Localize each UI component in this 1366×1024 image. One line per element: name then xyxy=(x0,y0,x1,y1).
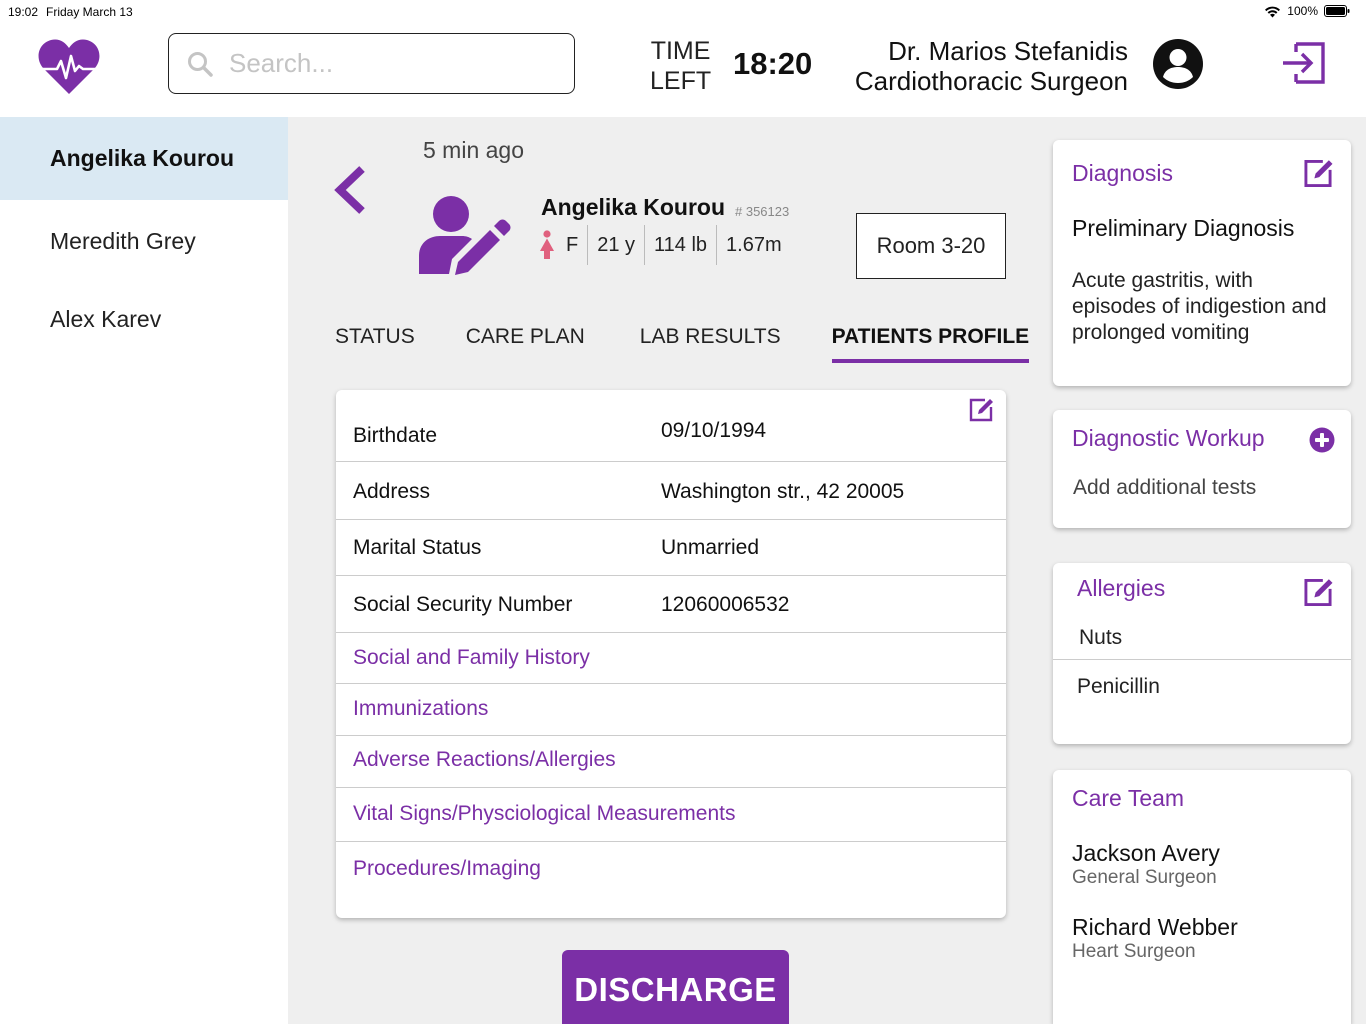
tab-lab-results[interactable]: LAB RESULTS xyxy=(640,325,781,361)
doctor-info: Dr. Marios Stefanidis Cardiothoracic Sur… xyxy=(855,36,1128,96)
patient-edit-icon xyxy=(419,196,511,275)
profile-link-label[interactable]: Social and Family History xyxy=(353,646,590,670)
patient-height: 1.67m xyxy=(716,225,791,265)
add-circle-icon[interactable] xyxy=(1309,427,1335,453)
status-time: 19:02 xyxy=(8,5,39,19)
search-input[interactable] xyxy=(229,48,549,79)
time-left-label-line1: TIME xyxy=(650,37,711,65)
logout-icon[interactable] xyxy=(1280,41,1326,85)
profile-link-label[interactable]: Procedures/Imaging xyxy=(353,857,541,881)
time-left-label-line2: LEFT xyxy=(650,67,712,95)
patient-sex-value: F xyxy=(566,233,579,256)
profile-label: Birthdate xyxy=(353,424,438,447)
profile-link-immunizations[interactable]: Immunizations xyxy=(336,684,1006,736)
sidebar-item-meredith-grey[interactable]: Meredith Grey xyxy=(0,200,288,282)
tab-care-plan[interactable]: CARE PLAN xyxy=(466,325,585,361)
time-left-value: 18:20 xyxy=(733,46,813,81)
patient-weight: 114 lb xyxy=(644,225,716,265)
care-team-member-role: General Surgeon xyxy=(1072,867,1217,888)
battery-percent: 100% xyxy=(1287,4,1318,18)
diagnosis-title: Diagnosis xyxy=(1072,160,1173,186)
last-updated: 5 min ago xyxy=(423,137,525,163)
avatar-icon[interactable] xyxy=(1153,39,1203,89)
patient-tabs: STATUS CARE PLAN LAB RESULTS PATIENTS PR… xyxy=(335,325,1029,365)
diagnosis-subtitle: Preliminary Diagnosis xyxy=(1072,215,1295,241)
diagnostic-workup-card: Diagnostic Workup Add additional tests xyxy=(1053,410,1351,528)
patient-sex: F xyxy=(538,225,587,265)
edit-icon[interactable] xyxy=(1302,578,1334,607)
edit-icon[interactable] xyxy=(1302,159,1334,188)
status-date: Friday March 13 xyxy=(46,5,133,19)
care-team-card: Care Team Jackson Avery General Surgeon … xyxy=(1053,770,1351,1024)
profile-label: Social Security Number xyxy=(353,593,573,616)
care-team-member-role: Heart Surgeon xyxy=(1072,941,1196,962)
diagnosis-card: Diagnosis Preliminary Diagnosis Acute ga… xyxy=(1053,140,1351,386)
tab-patients-profile[interactable]: PATIENTS PROFILE xyxy=(831,325,1029,363)
profile-label: Address xyxy=(353,480,431,503)
care-team-title: Care Team xyxy=(1072,785,1185,811)
profile-label: Marital Status xyxy=(353,536,482,559)
patient-name: Angelika Kourou xyxy=(541,194,726,220)
profile-link-label[interactable]: Immunizations xyxy=(353,697,488,721)
profile-link-procedures-imaging[interactable]: Procedures/Imaging xyxy=(336,842,1006,918)
profile-row-birthdate: Birthdate 09/10/1994 xyxy=(336,390,1006,462)
wifi-icon xyxy=(1265,6,1281,17)
profile-row-address: Address Washington str., 42 20005 xyxy=(336,462,1006,520)
profile-value: Washington str., 42 20005 xyxy=(661,480,905,503)
workup-add-tests[interactable]: Add additional tests xyxy=(1073,476,1256,500)
profile-value: 09/10/1994 xyxy=(661,419,767,442)
back-chevron-icon[interactable] xyxy=(332,165,368,215)
patient-age: 21 y xyxy=(587,225,644,265)
profile-row-ssn: Social Security Number 12060006532 xyxy=(336,576,1006,633)
search-bar[interactable] xyxy=(168,33,575,94)
profile-link-social-family-history[interactable]: Social and Family History xyxy=(336,633,1006,684)
patient-stats: F 21 y 114 lb 1.67m xyxy=(538,225,791,265)
allergy-item: Penicillin xyxy=(1053,660,1351,710)
female-icon xyxy=(540,230,554,259)
profile-link-label[interactable]: Vital Signs/Physciological Measurements xyxy=(353,802,735,826)
search-icon xyxy=(188,51,213,77)
battery-icon xyxy=(1324,5,1350,17)
care-team-member-name: Richard Webber xyxy=(1072,914,1238,940)
profile-row-marital-status: Marital Status Unmarried xyxy=(336,520,1006,576)
diagnosis-text: Acute gastritis, with episodes of indige… xyxy=(1072,269,1327,344)
sidebar-item-angelika-kourou[interactable]: Angelika Kourou xyxy=(0,117,288,200)
allergy-label: Penicillin xyxy=(1077,675,1160,698)
workup-title: Diagnostic Workup xyxy=(1072,425,1265,451)
allergy-label: Nuts xyxy=(1079,626,1123,649)
profile-value: Unmarried xyxy=(661,536,760,559)
doctor-name: Dr. Marios Stefanidis xyxy=(888,36,1128,66)
allergies-card: Allergies Nuts Penicillin xyxy=(1053,563,1351,744)
patient-profile-card: Birthdate 09/10/1994 Address Washington … xyxy=(336,390,1006,918)
heart-pulse-icon[interactable] xyxy=(38,38,100,96)
allergy-item: Nuts xyxy=(1053,615,1351,660)
discharge-button[interactable]: DISCHARGE xyxy=(562,950,789,1024)
sidebar-item-alex-karev[interactable]: Alex Karev xyxy=(0,282,288,356)
status-bar: 19:02 Friday March 13 100% xyxy=(0,0,1366,24)
patient-id: # 356123 xyxy=(735,204,790,219)
care-team-member-name: Jackson Avery xyxy=(1072,840,1220,866)
time-left-label: TIME LEFT xyxy=(650,36,711,96)
profile-link-vital-signs[interactable]: Vital Signs/Physciological Measurements xyxy=(336,788,1006,842)
profile-link-label[interactable]: Adverse Reactions/Allergies xyxy=(353,748,616,772)
allergies-title: Allergies xyxy=(1077,575,1166,601)
room-badge[interactable]: Room 3-20 xyxy=(856,213,1006,279)
profile-value: 12060006532 xyxy=(661,593,790,616)
profile-link-adverse-reactions[interactable]: Adverse Reactions/Allergies xyxy=(336,736,1006,788)
patient-list: Angelika Kourou Meredith Grey Alex Karev xyxy=(0,117,288,1024)
doctor-role: Cardiothoracic Surgeon xyxy=(854,66,1128,96)
status-right: 100% xyxy=(1264,4,1350,18)
tab-status[interactable]: STATUS xyxy=(335,325,415,361)
app-header: TIME LEFT 18:20 Dr. Marios Stefanidis Ca… xyxy=(0,24,1366,117)
